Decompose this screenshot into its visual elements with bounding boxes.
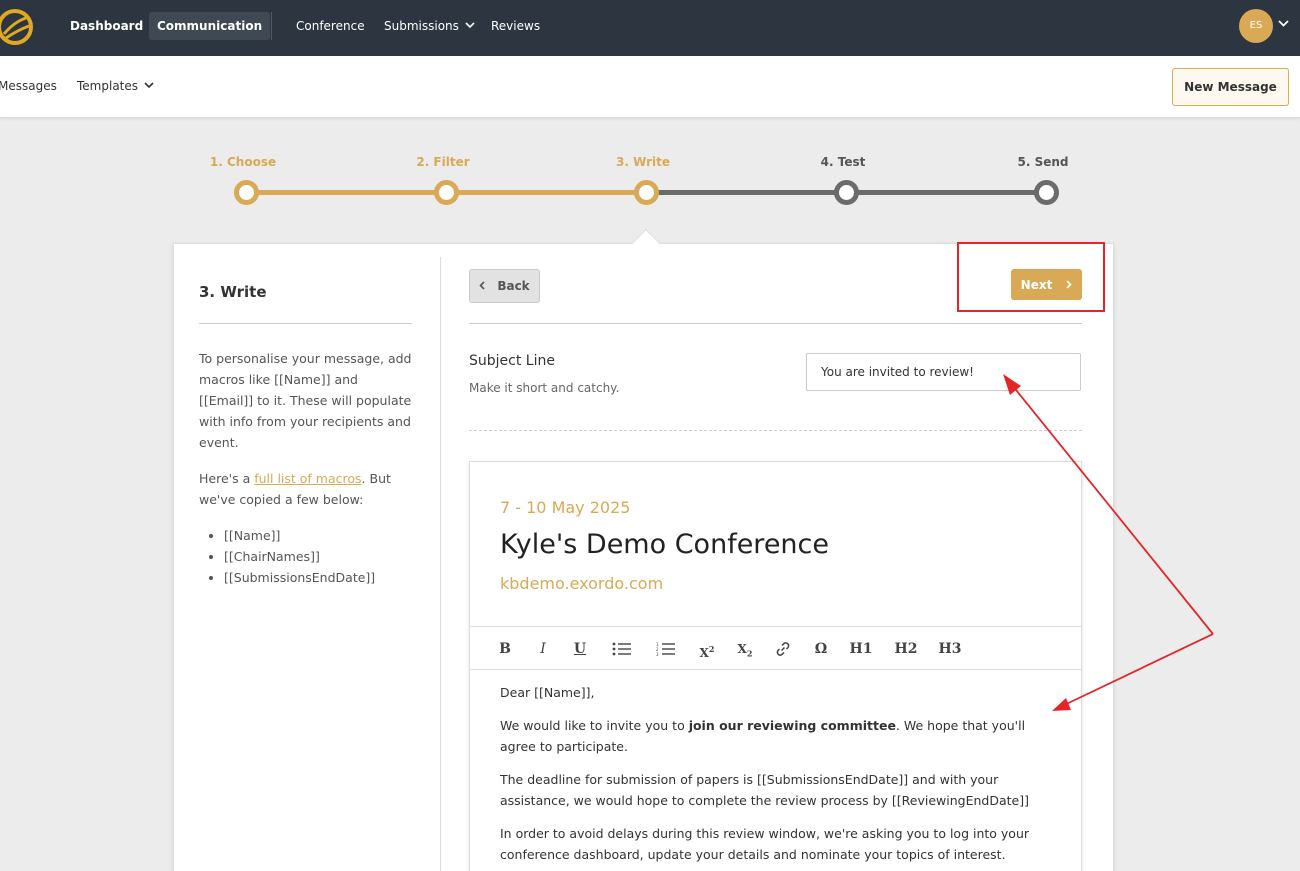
sidebar-macros-note: Here's a full list of macros. But we've … <box>199 468 412 510</box>
chevron-down-icon[interactable] <box>1278 20 1289 27</box>
subject-line-help: Make it short and catchy. <box>469 381 620 395</box>
email-paragraph: We would like to invite you to join our … <box>500 715 1060 757</box>
main-divider <box>469 323 1082 324</box>
macros-list-link[interactable]: full list of macros <box>254 471 361 486</box>
subject-divider <box>469 430 1082 431</box>
sidebar-title: 3. Write <box>199 283 267 301</box>
conference-title: Kyle's Demo Conference <box>500 529 829 560</box>
superscript-button[interactable]: X2 <box>694 627 720 671</box>
nav-dashboard[interactable]: Dashboard <box>70 0 143 56</box>
svg-text:3: 3 <box>656 652 659 656</box>
sidebar-help: To personalise your message, add macros … <box>199 348 412 588</box>
macro-item: [[SubmissionsEndDate]] <box>224 567 412 588</box>
p1-bold-text: join our reviewing committee <box>688 718 896 733</box>
editor-toolbar: B I U 123 X2 X2 Ω H1 H2 H3 <box>470 626 1081 670</box>
nav-divider <box>271 12 272 40</box>
bullet-list-icon <box>612 642 631 656</box>
p1-text-start: We would like to invite you to <box>500 718 689 733</box>
step-dot-send[interactable] <box>1034 180 1059 205</box>
sub-navbar: Messages Templates New Message <box>0 56 1300 118</box>
step-label-test: 4. Test <box>820 155 866 169</box>
email-paragraph: In order to avoid delays during this rev… <box>500 826 1030 862</box>
step-dot-choose[interactable] <box>234 180 259 205</box>
step-dot-filter[interactable] <box>434 180 459 205</box>
special-character-button[interactable]: Ω <box>808 627 834 671</box>
exordo-logo-icon[interactable] <box>0 8 34 46</box>
sidebar-divider <box>199 323 412 324</box>
chevron-left-icon <box>479 281 485 290</box>
macros-prefix: Here's a <box>199 471 255 486</box>
nav-submissions[interactable]: Submissions <box>384 0 475 56</box>
link-icon <box>776 642 790 656</box>
conference-dates: 7 - 10 May 2025 <box>500 498 631 517</box>
nav-conference[interactable]: Conference <box>296 0 365 56</box>
subject-line-title: Subject Line <box>469 353 555 369</box>
step-dot-write[interactable] <box>634 180 659 205</box>
subnav-templates[interactable]: Templates <box>77 79 154 93</box>
bold-button[interactable]: B <box>492 627 518 671</box>
back-button-label: Back <box>497 279 530 293</box>
new-message-button[interactable]: New Message <box>1172 68 1289 106</box>
heading-2-button[interactable]: H2 <box>893 627 919 671</box>
subscript-button[interactable]: X2 <box>732 627 758 671</box>
top-navbar: Dashboard Communication Conference Submi… <box>0 0 1300 56</box>
subject-line-input[interactable] <box>806 353 1081 391</box>
chevron-down-icon <box>144 82 154 88</box>
step-label-send: 5. Send <box>1017 155 1069 169</box>
nav-reviews[interactable]: Reviews <box>491 0 540 56</box>
subscript-label: X2 <box>737 642 753 659</box>
step-label-write: 3. Write <box>615 155 671 169</box>
subnav-messages[interactable]: Messages <box>0 79 57 93</box>
underline-button[interactable]: U <box>567 627 593 671</box>
bullet-list-button[interactable] <box>609 627 635 671</box>
numbered-list-button[interactable]: 123 <box>653 627 679 671</box>
step-label-choose: 1. Choose <box>209 155 277 169</box>
email-paragraph: The deadline for submission of papers is… <box>500 772 1029 808</box>
step-label-filter: 2. Filter <box>416 155 470 169</box>
italic-button[interactable]: I <box>530 627 556 671</box>
step-dot-test[interactable] <box>834 180 859 205</box>
macro-item: [[ChairNames]] <box>224 546 412 567</box>
sidebar-intro: To personalise your message, add macros … <box>199 351 412 450</box>
heading-1-button[interactable]: H1 <box>848 627 874 671</box>
macro-list: [[Name]] [[ChairNames]] [[SubmissionsEnd… <box>224 525 412 588</box>
annotation-highlight-box <box>957 242 1105 312</box>
macro-item: [[Name]] <box>224 525 412 546</box>
subnav-templates-label: Templates <box>77 79 139 93</box>
numbered-list-icon: 123 <box>656 642 675 657</box>
email-greeting: Dear [[Name]], <box>500 685 595 700</box>
superscript-label: X2 <box>699 644 715 660</box>
chevron-down-icon <box>465 22 475 28</box>
nav-communication[interactable]: Communication <box>149 12 271 40</box>
link-button[interactable] <box>770 627 796 671</box>
email-editor: 7 - 10 May 2025 Kyle's Demo Conference k… <box>469 461 1082 871</box>
conference-url: kbdemo.exordo.com <box>500 574 664 593</box>
nav-submissions-label: Submissions <box>384 19 459 33</box>
card-column-divider <box>440 257 441 871</box>
user-avatar[interactable]: ES <box>1239 9 1273 43</box>
heading-3-button[interactable]: H3 <box>937 627 963 671</box>
back-button[interactable]: Back <box>469 269 540 303</box>
email-body[interactable]: Dear [[Name]], We would like to invite y… <box>500 682 1060 871</box>
